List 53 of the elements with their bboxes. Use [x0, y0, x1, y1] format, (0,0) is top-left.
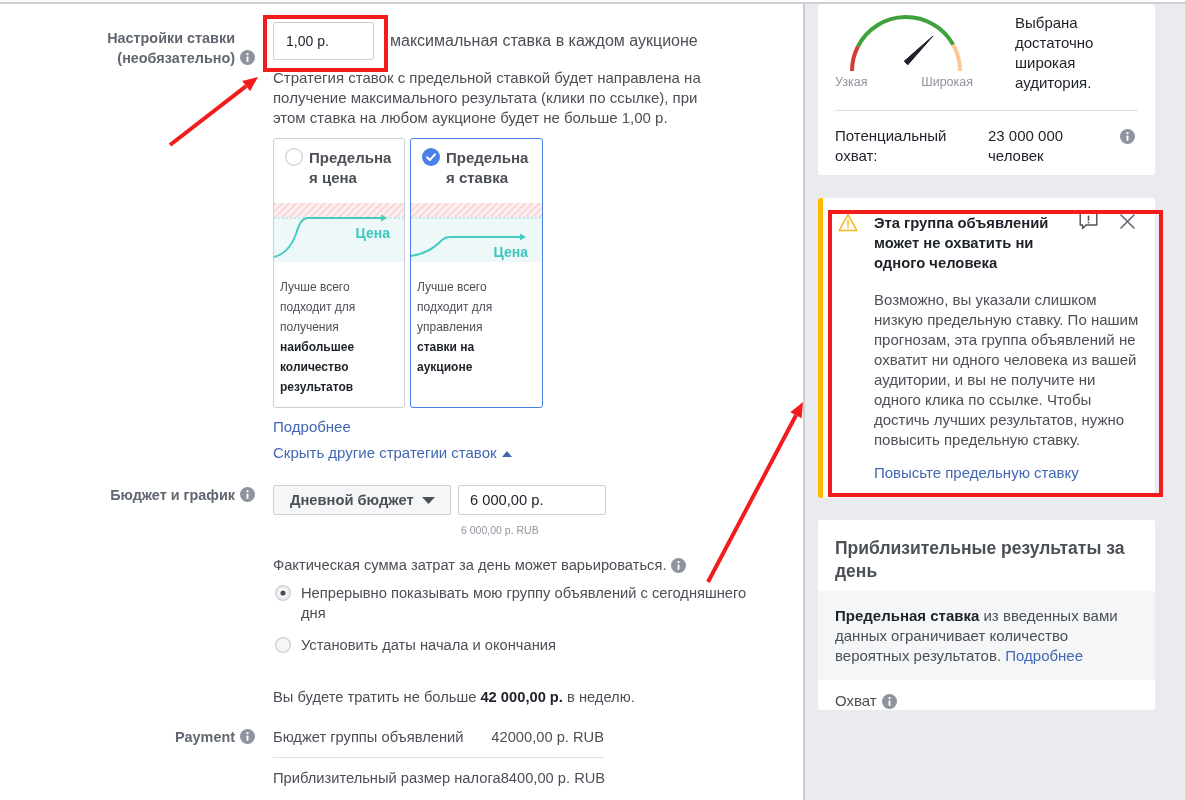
- radio-button[interactable]: [285, 148, 303, 166]
- budget-type-dropdown[interactable]: Дневной бюджет: [273, 485, 451, 515]
- bid-field[interactable]: 1,00 р.: [273, 22, 374, 60]
- info-icon: [240, 50, 255, 65]
- gauge-label: Узкая: [835, 74, 868, 90]
- amount-hint: 6 000,00 р. RUB: [460, 523, 540, 538]
- learn-more-link[interactable]: Подробнее: [1005, 647, 1084, 664]
- radio-label: Установить даты начала и окончания: [301, 636, 556, 655]
- radio-button[interactable]: [422, 148, 440, 166]
- warning-title: Эта группа объявлений может не охватить ни одного человека: [874, 214, 1050, 273]
- feedback-icon[interactable]: [1079, 212, 1098, 230]
- strategy-card[interactable]: Предельная ставка Цена Лучше всего подходит для управления ставки на аукционе: [410, 138, 543, 408]
- notice-text: Предельная ставка из введенных вами данных ограничивает количество вероятных результатов. Подробнее: [818, 591, 1155, 680]
- caret-icon: [422, 496, 435, 504]
- payment-row-label: Приблизительный размер налога: [273, 769, 501, 788]
- budget-amount-field[interactable]: 6 000,00 р.: [458, 485, 606, 515]
- radio-label: Непрерывно показывать мою группу объявлений с сегодняшнего дня: [301, 584, 748, 623]
- warning-text: Возможно, вы указали слишком низкую предельную ставку. По нашим прогнозам, эта группа объявлений не охватит ни одного человека из вашей аудитории, и вы не получите ни одного клика по ссылке. Чтобы достичь лучших результатов, нужно повысить предельную ставку.: [874, 290, 1140, 450]
- learn-more-link[interactable]: Подробнее: [273, 418, 351, 435]
- strategy-title: Предельная ставка: [446, 148, 530, 188]
- section-title: Приблизительные результаты за день: [834, 537, 1126, 583]
- strategy-summary: Лучше всего подходит для управления ставки на аукционе: [417, 279, 494, 376]
- info-icon: [1120, 129, 1135, 144]
- field-label: Бюджет и график: [110, 486, 235, 505]
- strategy-card[interactable]: Предельная цена Цена Лучше всего подходит для получения наибольшее количество результатов: [273, 138, 405, 408]
- strategy-title: Предельная цена: [309, 148, 393, 188]
- budget-note: Фактическая сумма затрат за день может варьироваться.: [273, 556, 667, 575]
- raise-bid-link[interactable]: Повысьте предельную ставку: [874, 464, 1079, 481]
- field-label: Payment: [175, 728, 235, 747]
- field-label: Настройки ставки (необязательно): [106, 29, 235, 68]
- warning-icon: [838, 213, 858, 232]
- weekly-spend-text: Вы будете тратить не больше 42 000,00 р. в неделю.: [273, 688, 636, 707]
- metric-label: Охват: [835, 692, 877, 710]
- payment-row-value: 42000,00 р. RUB: [491, 728, 604, 747]
- strategy-description: Стратегия ставок с предельной ставкой будет направлена на получение максимального результата (клики по ссылке), при этом ставка на любом аукционе будет не больше 1,00 р.: [273, 68, 702, 128]
- payment-row-label: Бюджет группы объявлений: [273, 728, 464, 747]
- bid-caption: максимальная ставка в каждом аукционе: [390, 31, 698, 51]
- radio-button[interactable]: [275, 637, 291, 653]
- curve-label: Цена: [493, 244, 528, 260]
- radio-button[interactable]: [275, 585, 291, 601]
- hide-strategies-link[interactable]: Скрыть другие стратегии ставок: [273, 444, 512, 461]
- strategy-summary: Лучше всего подходит для получения наибольшее количество результатов: [280, 279, 357, 396]
- caret-icon: [501, 451, 512, 457]
- audience-verdict: Выбрана достаточно широкая аудитория.: [1015, 13, 1095, 93]
- info-icon: [240, 729, 255, 744]
- payment-row-value: 8400,00 р. RUB: [500, 769, 606, 788]
- info-icon: [671, 557, 687, 573]
- curve-label: Цена: [355, 225, 390, 241]
- reach-value: 23 000 000 человек: [988, 126, 1065, 166]
- info-icon: [240, 487, 255, 502]
- close-icon[interactable]: [1120, 214, 1135, 229]
- reach-label: Потенциальный охват:: [835, 126, 948, 166]
- gauge-label: Широкая: [921, 74, 973, 90]
